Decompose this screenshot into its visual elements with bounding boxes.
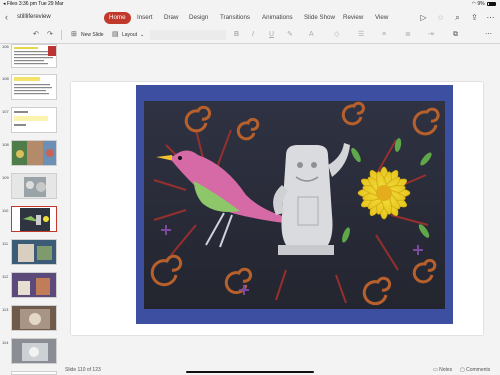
document-title[interactable]: stilllifereview	[17, 14, 51, 20]
new-slide-icon[interactable]: ⊞	[71, 30, 77, 40]
notes-button[interactable]: ▭ Notes	[433, 367, 452, 373]
slide-thumbnail-107[interactable]	[11, 107, 57, 133]
thumbnail-text-lines	[14, 46, 56, 65]
slide-thumbnail-110-selected[interactable]	[11, 206, 57, 232]
highlight-icon[interactable]: ✎	[287, 30, 293, 40]
thumb-number: 112	[2, 274, 9, 279]
title-row: ‹ stilllifereview Home Insert Draw Desig…	[0, 9, 500, 27]
tab-view[interactable]: View	[370, 12, 393, 24]
search-icon[interactable]: ⌕	[453, 13, 462, 22]
new-slide-button[interactable]: New Slide	[81, 32, 104, 38]
battery-icon	[487, 1, 496, 6]
slide-artwork-image[interactable]	[136, 85, 453, 324]
tab-slide-show[interactable]: Slide Show	[299, 12, 340, 24]
thumb-number: 107	[2, 109, 9, 114]
align-icon[interactable]: ≣	[405, 30, 411, 40]
bold-button[interactable]: B	[234, 30, 239, 40]
thumbnail-image	[12, 141, 56, 165]
thumbnail-image	[12, 273, 56, 297]
layout-icon[interactable]: ▤	[112, 30, 119, 40]
notes-label: Notes	[439, 367, 453, 373]
thumb-number: 110	[2, 208, 9, 213]
font-color-icon[interactable]: A	[309, 30, 314, 40]
underline-button[interactable]: U	[269, 30, 274, 40]
status-bar: ◂ Files 3:36 pm Tue 29 Mar ◠ 9%	[0, 0, 500, 9]
thumbnail-pane[interactable]: 106 108 107 108 109 110 111 112 113 114	[0, 44, 64, 375]
thumbnail-image	[12, 207, 56, 231]
redo-icon[interactable]: ↷	[47, 30, 53, 40]
comments-label: Comments	[466, 367, 491, 373]
lightbulb-icon[interactable]: ◌	[436, 13, 445, 22]
chevron-down-icon[interactable]: ⌄	[140, 32, 144, 38]
thumb-number: 108	[2, 76, 9, 81]
status-right: ◠ 9%	[472, 1, 496, 7]
tab-animations[interactable]: Animations	[257, 12, 298, 24]
thumbnail-image	[12, 339, 56, 363]
thumb-number: 108	[2, 142, 9, 147]
thumbnail-text-lines	[14, 77, 52, 95]
italic-button[interactable]: I	[252, 30, 254, 40]
layout-button[interactable]: Layout	[122, 32, 137, 38]
text-effects-icon[interactable]: ◇	[334, 30, 339, 40]
thumbnail-image	[12, 240, 56, 264]
thumb-number: 106	[2, 44, 9, 49]
slide-thumbnail-114[interactable]	[11, 338, 57, 364]
tab-transitions[interactable]: Transitions	[215, 12, 255, 24]
slide-thumbnail-108b[interactable]	[11, 140, 57, 166]
status-left: ◂ Files 3:36 pm Tue 29 Mar	[3, 1, 64, 7]
share-icon[interactable]: ⇪	[470, 13, 479, 22]
thumb-number: 113	[2, 307, 9, 312]
bullets-icon[interactable]: ☰	[358, 30, 364, 40]
thumbnail-image	[12, 306, 56, 330]
thumb-number: 114	[2, 340, 9, 345]
status-footer: Slide 110 of 123 ▭ Notes ▢ Comments	[0, 364, 500, 375]
more-options-icon[interactable]: ⋯	[485, 30, 492, 40]
numbering-icon[interactable]: ≡	[382, 30, 386, 40]
toolbar: ↶ ↷ ⊞ New Slide ▤ Layout ⌄ B I U ✎ A ◇ ☰…	[0, 27, 500, 44]
thumb-number: 109	[2, 175, 9, 180]
slide-thumbnail-113[interactable]	[11, 305, 57, 331]
shapes-icon[interactable]: ⧉	[453, 30, 458, 40]
indent-icon[interactable]: ⇥	[428, 30, 434, 40]
slide-thumbnail-112[interactable]	[11, 272, 57, 298]
divider	[61, 30, 62, 40]
battery-level: 9%	[477, 1, 485, 7]
more-icon[interactable]: ⋯	[486, 13, 495, 22]
slide-thumbnail-106[interactable]	[11, 44, 57, 68]
home-indicator[interactable]	[186, 371, 314, 373]
undo-icon[interactable]: ↶	[33, 30, 39, 40]
comments-button[interactable]: ▢ Comments	[460, 367, 490, 373]
slide-thumbnail-109[interactable]	[11, 173, 57, 199]
thumbnail-image	[12, 174, 56, 198]
slide-thumbnail-108a[interactable]	[11, 74, 57, 100]
tab-draw[interactable]: Draw	[159, 12, 183, 24]
slide-thumbnail-111[interactable]	[11, 239, 57, 265]
tab-design[interactable]: Design	[184, 12, 213, 24]
font-name-field[interactable]	[150, 30, 226, 40]
play-icon[interactable]: ▷	[419, 13, 428, 22]
thumb-number: 111	[2, 241, 9, 246]
wifi-icon: ◠	[471, 1, 476, 7]
back-icon[interactable]: ‹	[5, 13, 8, 22]
tab-review[interactable]: Review	[338, 12, 368, 24]
tab-insert[interactable]: Insert	[132, 12, 157, 24]
artwork-drawing	[136, 85, 453, 324]
tab-home[interactable]: Home	[104, 12, 131, 24]
thumbnail-text-lines	[14, 111, 48, 126]
slide-count: Slide 110 of 123	[65, 367, 101, 373]
